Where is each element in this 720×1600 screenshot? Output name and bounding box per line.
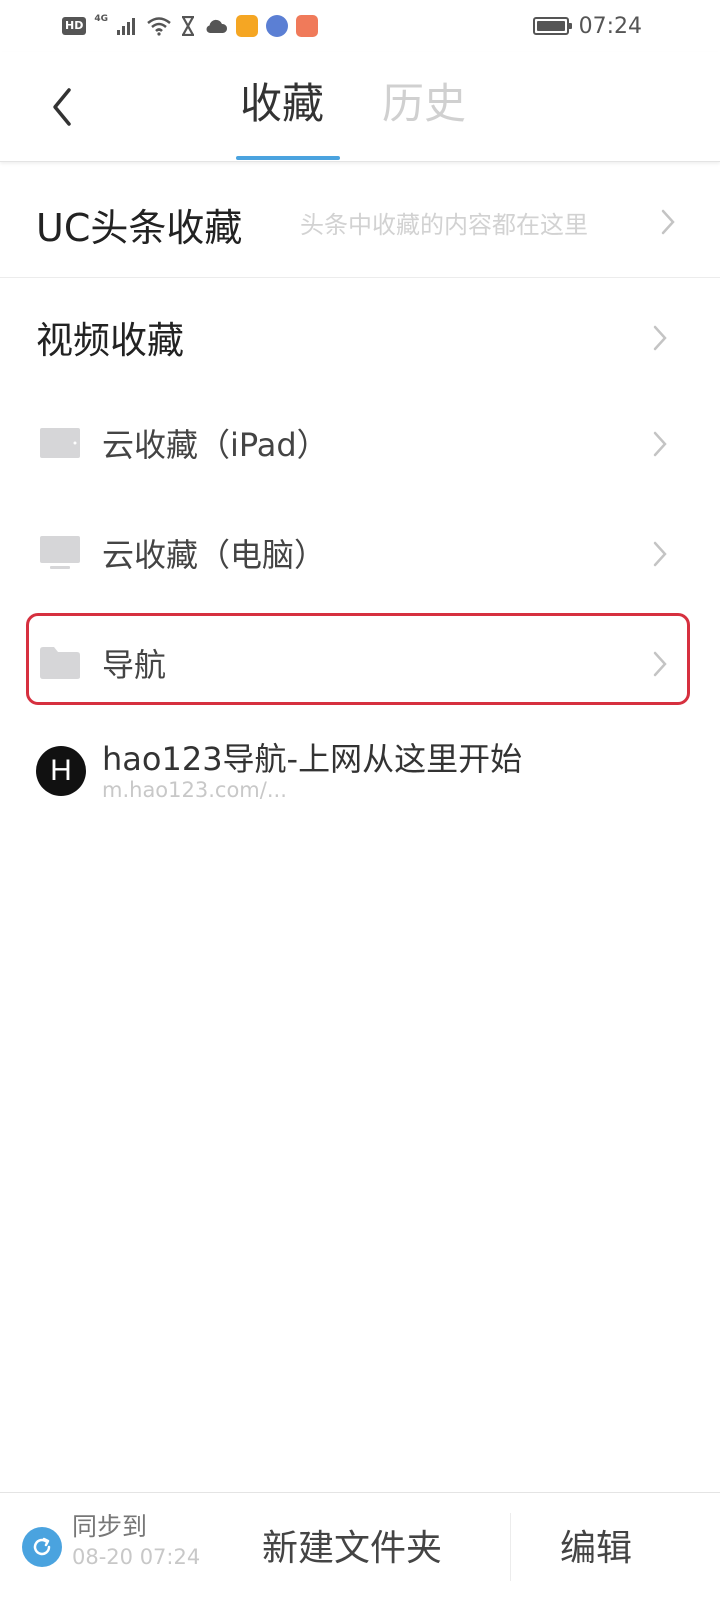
chevron-right-icon (653, 431, 667, 457)
sync-time: 08-20 07:24 (72, 1545, 201, 1569)
sync-label: 同步到 (72, 1512, 148, 1541)
folder-label: 云收藏（iPad） (102, 426, 329, 464)
monitor-icon (40, 536, 80, 569)
music-app-icon (266, 15, 288, 37)
sync-button[interactable] (22, 1527, 62, 1567)
status-time: 07:24 (578, 13, 642, 39)
back-button[interactable] (40, 80, 84, 134)
cloud-icon (206, 19, 228, 33)
back-arrow-icon (53, 88, 71, 126)
uc-headlines-description: 头条中收藏的内容都在这里 (300, 211, 588, 239)
uc-headlines-title: UC头条收藏 (36, 206, 243, 250)
folder-label: 云收藏（电脑） (102, 536, 327, 574)
health-app-icon (296, 15, 318, 37)
status-icons-left: HD 4G (62, 12, 318, 40)
signal-icon (117, 18, 135, 35)
bottom-toolbar: 同步到 08-20 07:24 新建文件夹 编辑 (0, 1492, 720, 1600)
site-favicon: H (36, 746, 86, 796)
tab-history[interactable]: 历史 (382, 76, 466, 132)
bookmark-title: hao123导航-上网从这里开始 (102, 740, 523, 778)
uc-headlines-favorites-row[interactable]: UC头条收藏 头条中收藏的内容都在这里 (0, 163, 720, 278)
folder-row-navigation[interactable]: 导航 (0, 608, 720, 718)
hd-badge: HD (62, 17, 87, 35)
chevron-right-icon (661, 209, 675, 235)
status-icons-right: 07:24 (532, 12, 642, 40)
hourglass-icon (182, 16, 194, 36)
header: 收藏 历史 (0, 52, 720, 162)
video-favorites-row[interactable]: 视频收藏 (0, 278, 720, 390)
chevron-right-icon (653, 541, 667, 567)
video-favorites-title: 视频收藏 (36, 319, 184, 362)
new-folder-button[interactable]: 新建文件夹 (262, 1519, 442, 1571)
bookmark-row[interactable]: H hao123导航-上网从这里开始 m.hao123.com/... (0, 722, 720, 822)
active-tab-indicator (236, 156, 340, 160)
toolbar-divider (510, 1513, 511, 1581)
battery-icon (532, 17, 572, 35)
chevron-right-icon (653, 325, 667, 351)
chevron-right-icon (653, 651, 667, 677)
folder-label: 导航 (102, 646, 167, 684)
network-type: 4G (94, 14, 108, 24)
wifi-icon (147, 17, 171, 36)
folder-icon (40, 647, 80, 679)
edit-button[interactable]: 编辑 (560, 1519, 632, 1571)
folder-row-cloud-pc[interactable]: 云收藏（电脑） (0, 498, 720, 608)
app-notification-icon (236, 15, 258, 37)
tablet-icon (40, 428, 80, 458)
sync-icon (33, 1537, 51, 1556)
status-bar: HD 4G 07:24 (0, 0, 720, 52)
bookmark-url: m.hao123.com/... (102, 778, 287, 802)
tab-favorites[interactable]: 收藏 (240, 76, 324, 132)
folder-row-cloud-ipad[interactable]: 云收藏（iPad） (0, 388, 720, 498)
